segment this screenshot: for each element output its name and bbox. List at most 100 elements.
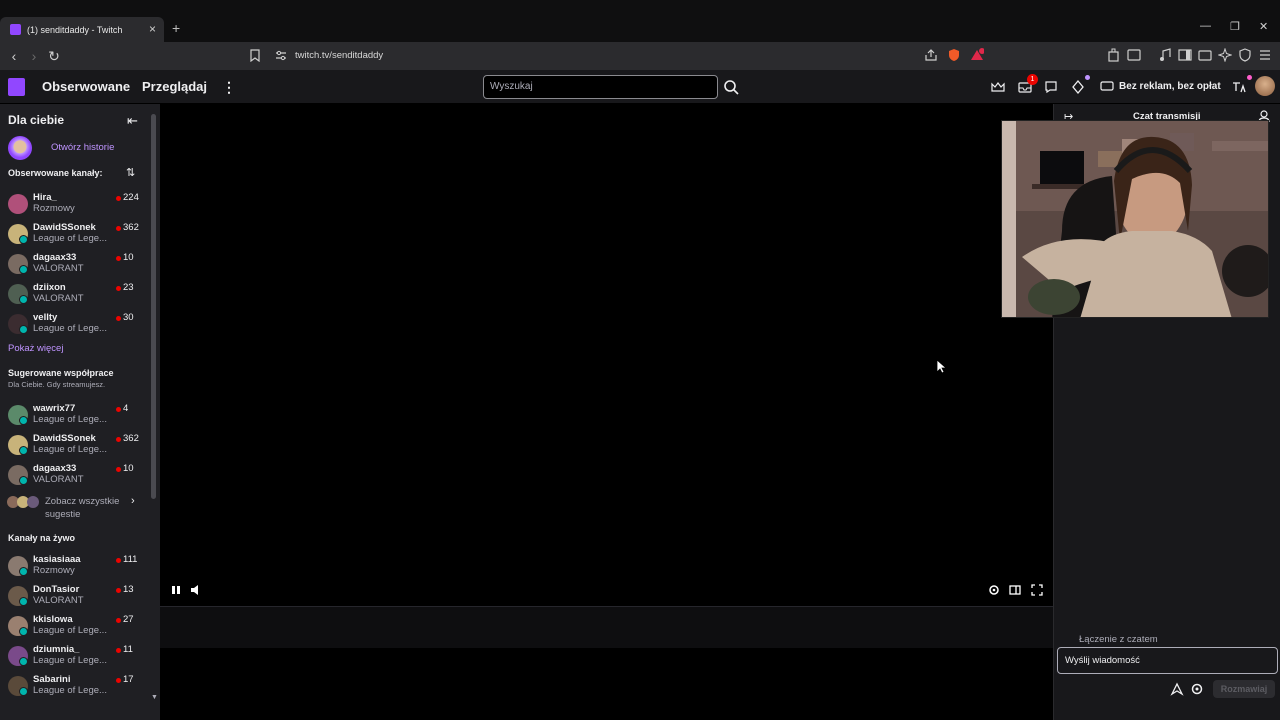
channel-row[interactable]: Hira_ Rozmowy 224 [0, 189, 148, 217]
sort-icon[interactable]: ⇅ [126, 166, 135, 179]
viewer-count: 10 [123, 252, 134, 263]
sidebar-icon[interactable] [1178, 48, 1192, 62]
channel-game: League of Lege... [33, 444, 107, 455]
live-indicator [116, 316, 121, 321]
plus-icon[interactable]: + [172, 20, 180, 36]
tab-title: (1) senditdaddy - Twitch [27, 24, 123, 35]
scroll-down-icon[interactable]: ▼ [151, 694, 158, 701]
ad-free-label: Bez reklam, bez opłat [1119, 80, 1221, 92]
site-settings-icon[interactable] [275, 50, 287, 61]
user-avatar[interactable] [1255, 76, 1275, 96]
channel-game: League of Lege... [33, 323, 107, 334]
vpn-icon[interactable] [1238, 48, 1252, 62]
close-window-icon[interactable]: ✕ [1259, 20, 1268, 33]
tab-search-icon[interactable] [1127, 48, 1141, 62]
whispers-icon[interactable] [1044, 80, 1058, 94]
channel-row[interactable]: dziumnia_ League of Lege... 11 [0, 641, 148, 669]
chat-send-button[interactable]: Rozmawiaj [1213, 680, 1275, 698]
close-tab-icon[interactable]: × [149, 22, 156, 36]
viewer-count: 30 [123, 312, 134, 323]
browser-tab[interactable]: (1) senditdaddy - Twitch × [0, 17, 164, 42]
ad-free-icon [1100, 81, 1114, 91]
media-icon[interactable] [1158, 48, 1172, 62]
turbo-ad-free-button[interactable]: Bez reklam, bez opłat [1100, 80, 1221, 92]
channel-game: League of Lege... [33, 685, 107, 696]
leo-ai-icon[interactable] [1218, 48, 1232, 62]
channel-row[interactable]: DonTasior VALORANT 13 [0, 581, 148, 609]
see-all-suggestions-link[interactable]: Zobacz wszystkie [45, 496, 119, 507]
nav-following[interactable]: Obserwowane [42, 79, 130, 94]
chevron-right-icon[interactable]: › [131, 495, 135, 507]
video-player[interactable] [160, 104, 1053, 606]
live-indicator [116, 558, 121, 563]
partner-status-icon [19, 446, 28, 455]
channel-name: DonTasior [33, 584, 80, 595]
channel-row[interactable]: kkislowa League of Lege... 27 [0, 611, 148, 639]
brave-shield-icon[interactable] [947, 48, 961, 62]
address-bar[interactable]: twitch.tv/senditdaddy [248, 45, 998, 67]
fullscreen-icon[interactable] [1031, 584, 1043, 596]
channel-row[interactable]: Sabarini League of Lege... 17 [0, 671, 148, 699]
partner-status-icon [19, 687, 28, 696]
browser-toolbar: ‹ › ↻ twitch.tv/senditdaddy [0, 42, 1280, 70]
reload-icon[interactable]: ↻ [46, 48, 62, 64]
channel-row[interactable]: dagaax33 VALORANT 10 [0, 460, 148, 488]
pause-icon[interactable] [170, 584, 182, 596]
stories-avatar[interactable] [8, 136, 32, 160]
channel-row[interactable]: wawrix77 League of Lege... 4 [0, 400, 148, 428]
search-icon[interactable] [720, 75, 742, 99]
webcam-image [1002, 121, 1268, 317]
channel-row[interactable]: DawidSSonek League of Lege... 362 [0, 430, 148, 458]
share-icon[interactable] [924, 48, 938, 62]
channel-row[interactable]: vellty League of Lege... 30 [0, 309, 148, 337]
channel-name: dziumnia_ [33, 644, 80, 655]
settings-gear-icon[interactable] [988, 584, 1000, 596]
nav-browse[interactable]: Przeglądaj [142, 79, 207, 94]
volume-icon[interactable] [190, 584, 202, 596]
channel-row[interactable]: dagaax33 VALORANT 10 [0, 249, 148, 277]
open-stories-link[interactable]: Otwórz historie [51, 142, 114, 153]
translate-icon[interactable] [1232, 80, 1246, 94]
show-more-link[interactable]: Pokaż więcej [8, 343, 63, 354]
bookmark-icon[interactable] [250, 49, 260, 62]
channel-name: DawidSSonek [33, 433, 96, 444]
restore-icon[interactable]: ❐ [1230, 20, 1240, 33]
twitch-logo-icon[interactable] [8, 78, 25, 96]
collapse-sidebar-icon[interactable]: ⇤ [127, 113, 138, 129]
webcam-overlay [1001, 120, 1269, 318]
menu-icon[interactable] [1258, 48, 1272, 62]
sidebar-scrollbar[interactable] [151, 114, 156, 499]
channel-name: vellty [33, 312, 58, 323]
back-icon[interactable]: ‹ [6, 48, 22, 64]
channel-row[interactable]: DawidSSonek League of Lege... 362 [0, 219, 148, 247]
wallet-icon[interactable] [1198, 48, 1212, 62]
live-indicator [116, 286, 121, 291]
chat-settings-gear-icon[interactable] [1190, 682, 1204, 696]
brave-rewards-icon[interactable] [970, 48, 984, 62]
channel-name: Sabarini [33, 674, 71, 685]
channel-row[interactable]: dziixon VALORANT 23 [0, 279, 148, 307]
bits-cheer-icon[interactable] [1170, 682, 1184, 696]
live-indicator [116, 256, 121, 261]
theatre-mode-icon[interactable] [1009, 584, 1021, 596]
extensions-icon[interactable] [1107, 48, 1121, 62]
see-all-suggestions-link-2[interactable]: sugestie [45, 509, 80, 520]
viewer-count: 27 [123, 614, 134, 625]
partner-status-icon [19, 657, 28, 666]
channel-name: kasiasiaaa [33, 554, 81, 565]
more-options-icon[interactable]: ⋮ [222, 79, 236, 96]
live-indicator [116, 226, 121, 231]
channel-row[interactable]: kasiasiaaa Rozmowy 111 [0, 551, 148, 579]
search-input[interactable]: Wyszukaj [483, 75, 718, 99]
crown-icon[interactable] [991, 80, 1005, 94]
minimize-icon[interactable]: — [1200, 20, 1211, 32]
chat-message-input[interactable]: Wyślij wiadomość [1057, 647, 1278, 674]
live-indicator [116, 618, 121, 623]
partner-status-icon [19, 416, 28, 425]
channel-game: League of Lege... [33, 625, 107, 636]
bits-icon[interactable] [1071, 80, 1085, 94]
forward-icon[interactable]: › [26, 48, 42, 64]
live-indicator [116, 437, 121, 442]
channel-name: wawrix77 [33, 403, 76, 414]
viewer-count: 362 [123, 433, 139, 444]
